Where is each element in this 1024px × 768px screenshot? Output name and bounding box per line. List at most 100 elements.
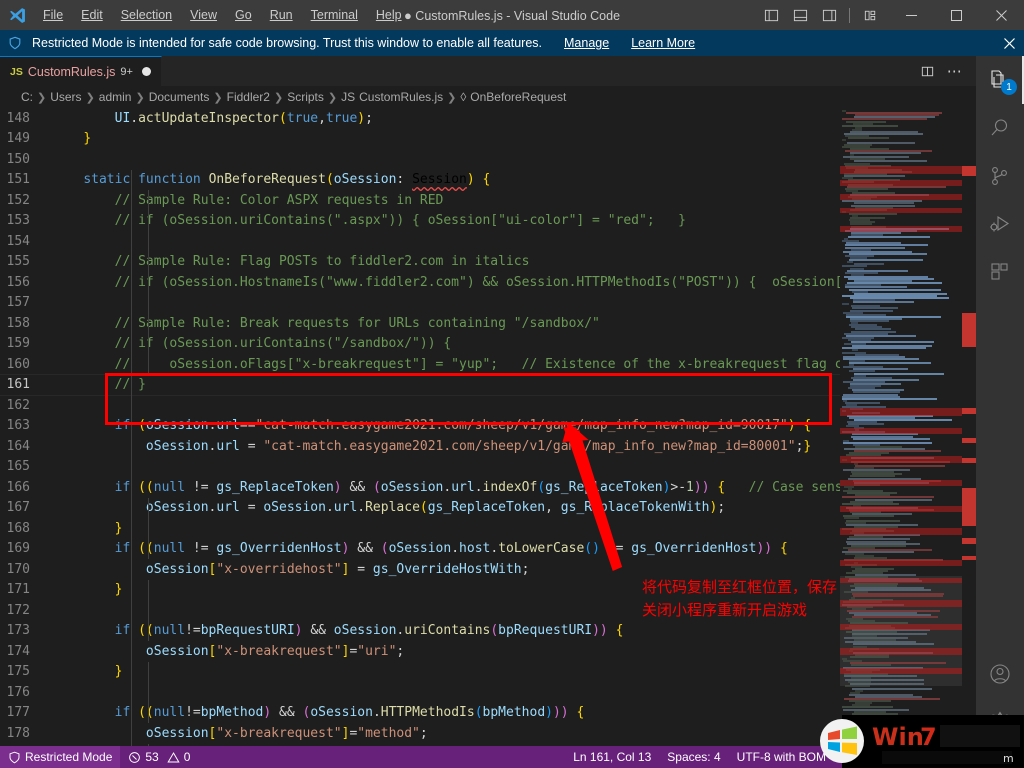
breadcrumb-item-admin[interactable]: admin (99, 90, 132, 104)
code-line[interactable]: 155 // Sample Rule: Flag POSTs to fiddle… (0, 252, 840, 273)
more-actions-icon[interactable]: ⋯ (942, 58, 968, 84)
code-line[interactable]: 148 UI.actUpdateInspector(true,true); (0, 108, 840, 129)
minimap-error-band (840, 480, 962, 486)
code-editor[interactable]: 148 UI.actUpdateInspector(true,true);149… (0, 108, 976, 746)
banner-learn-more-link[interactable]: Learn More (631, 36, 695, 50)
menu-help[interactable]: Help (367, 4, 411, 26)
activity-item-explorer[interactable]: 1 (976, 56, 1024, 104)
window-minimize-button[interactable] (889, 0, 934, 30)
menu-file[interactable]: File (34, 4, 72, 26)
indent-guide (148, 744, 149, 747)
breadcrumb-item-file[interactable]: CustomRules.js (359, 90, 443, 104)
code-line[interactable]: 164 oSession.url = "cat-match.easygame20… (0, 436, 840, 457)
vscode-logo-icon (0, 7, 34, 24)
window-maximize-button[interactable] (934, 0, 979, 30)
code-line-text: if (oSession.url=="cat-match.easygame202… (52, 418, 840, 433)
status-warning-count: 0 (184, 750, 191, 764)
banner-manage-link[interactable]: Manage (564, 36, 609, 50)
line-number: 157 (0, 295, 52, 310)
status-indentation[interactable]: Spaces: 4 (659, 746, 728, 768)
code-line[interactable]: 149 } (0, 129, 840, 150)
code-line[interactable]: 175 } (0, 662, 840, 683)
code-line[interactable]: 165 (0, 457, 840, 478)
code-line[interactable]: 173 if ((null!=bpRequestURI) && oSession… (0, 621, 840, 642)
menu-view-label: View (190, 8, 217, 22)
menu-selection[interactable]: Selection (112, 4, 181, 26)
overview-ruler[interactable] (962, 108, 976, 746)
line-number: 149 (0, 131, 52, 146)
menu-run[interactable]: Run (261, 4, 302, 26)
code-lines-container[interactable]: 148 UI.actUpdateInspector(true,true);149… (0, 108, 840, 746)
split-editor-icon[interactable] (914, 58, 940, 84)
toggle-primary-sidebar-icon[interactable] (758, 2, 784, 28)
status-problems[interactable]: 53 0 (120, 746, 198, 768)
code-line[interactable]: 156 // if (oSession.HostnameIs("www.fidd… (0, 272, 840, 293)
activity-item-extensions[interactable] (976, 248, 1024, 296)
explorer-badge: 1 (1001, 79, 1017, 95)
breadcrumb-item-fiddler2[interactable]: Fiddler2 (227, 90, 270, 104)
code-line[interactable]: 159 // if (oSession.uriContains("/sandbo… (0, 334, 840, 355)
code-line[interactable]: 176 (0, 682, 840, 703)
menu-edit[interactable]: Edit (72, 4, 112, 26)
window-title-text: CustomRules.js - Visual Studio Code (415, 9, 620, 23)
breadcrumb-item-drive[interactable]: C: (21, 90, 33, 104)
breadcrumb-separator-icon: ❯ (86, 91, 95, 104)
minimap-line (842, 125, 898, 127)
code-line-text: // oSession.oFlags["x-breakrequest"] = "… (52, 357, 840, 372)
line-number: 177 (0, 705, 52, 720)
breadcrumb-item-symbol[interactable]: OnBeforeRequest (470, 90, 566, 104)
toggle-secondary-sidebar-icon[interactable] (816, 2, 842, 28)
customize-layout-icon[interactable] (857, 2, 883, 28)
code-line[interactable]: 163 if (oSession.url=="cat-match.easygam… (0, 416, 840, 437)
tab-customrules-js[interactable]: JS CustomRules.js 9+ (0, 56, 162, 86)
menu-help-label: Help (376, 8, 402, 22)
code-line[interactable]: 158 // Sample Rule: Break requests for U… (0, 313, 840, 334)
code-line[interactable]: 172 (0, 600, 840, 621)
activity-item-search[interactable] (976, 104, 1024, 152)
line-number: 152 (0, 193, 52, 208)
code-line[interactable]: 150 (0, 149, 840, 170)
code-line[interactable]: 170 oSession["x-overridehost"] = gs_Over… (0, 559, 840, 580)
window-close-button[interactable] (979, 0, 1024, 30)
activity-item-run-and-debug[interactable] (976, 200, 1024, 248)
code-line[interactable]: 171 } (0, 580, 840, 601)
minimap-line (849, 259, 923, 261)
code-line[interactable]: 154 (0, 231, 840, 252)
code-line[interactable]: 151 static function OnBeforeRequest(oSes… (0, 170, 840, 191)
code-line-text: oSession.url = oSession.url.Replace(gs_R… (52, 500, 840, 515)
code-line[interactable]: 166 if ((null != gs_ReplaceToken) && (oS… (0, 477, 840, 498)
menu-view[interactable]: View (181, 4, 226, 26)
tab-dirty-indicator-icon[interactable] (142, 67, 151, 76)
code-scroll[interactable]: 148 UI.actUpdateInspector(true,true);149… (0, 108, 840, 746)
code-line[interactable]: 177 if ((null!=bpMethod) && (oSession.HT… (0, 703, 840, 724)
code-line[interactable]: 162 (0, 395, 840, 416)
line-number: 176 (0, 685, 52, 700)
code-line[interactable]: 179 } (0, 744, 840, 747)
activity-item-settings[interactable] (976, 698, 1024, 746)
code-line[interactable]: 167 oSession.url = oSession.url.Replace(… (0, 498, 840, 519)
menu-go[interactable]: Go (226, 4, 261, 26)
code-line[interactable]: 157 (0, 293, 840, 314)
minimap[interactable] (840, 108, 962, 746)
toggle-panel-icon[interactable] (787, 2, 813, 28)
code-line[interactable]: 160 // oSession.oFlags["x-breakrequest"]… (0, 354, 840, 375)
code-line[interactable]: 169 if ((null != gs_OverridenHost) && (o… (0, 539, 840, 560)
menu-terminal[interactable]: Terminal (302, 4, 367, 26)
breadcrumb-item-scripts[interactable]: Scripts (287, 90, 324, 104)
status-cursor-position[interactable]: Ln 161, Col 13 (565, 746, 659, 768)
breadcrumb-item-documents[interactable]: Documents (149, 90, 210, 104)
breadcrumb-item-users[interactable]: Users (50, 90, 81, 104)
code-line[interactable]: 178 oSession["x-breakrequest"]="method"; (0, 723, 840, 744)
code-line[interactable]: 174 oSession["x-breakrequest"]="uri"; (0, 641, 840, 662)
code-line-text: oSession["x-breakrequest"]="method"; (52, 726, 840, 741)
code-line[interactable]: 152 // Sample Rule: Color ASPX requests … (0, 190, 840, 211)
code-line[interactable]: 168 } (0, 518, 840, 539)
status-restricted-mode[interactable]: Restricted Mode (0, 746, 120, 768)
banner-close-icon[interactable] (994, 30, 1024, 56)
code-line[interactable]: 161 // } (0, 375, 840, 396)
line-number: 154 (0, 234, 52, 249)
code-line[interactable]: 153 // if (oSession.uriContains(".aspx")… (0, 211, 840, 232)
activity-item-account[interactable] (976, 650, 1024, 698)
activity-item-source-control[interactable] (976, 152, 1024, 200)
status-encoding[interactable]: UTF-8 with BOM (729, 746, 834, 768)
